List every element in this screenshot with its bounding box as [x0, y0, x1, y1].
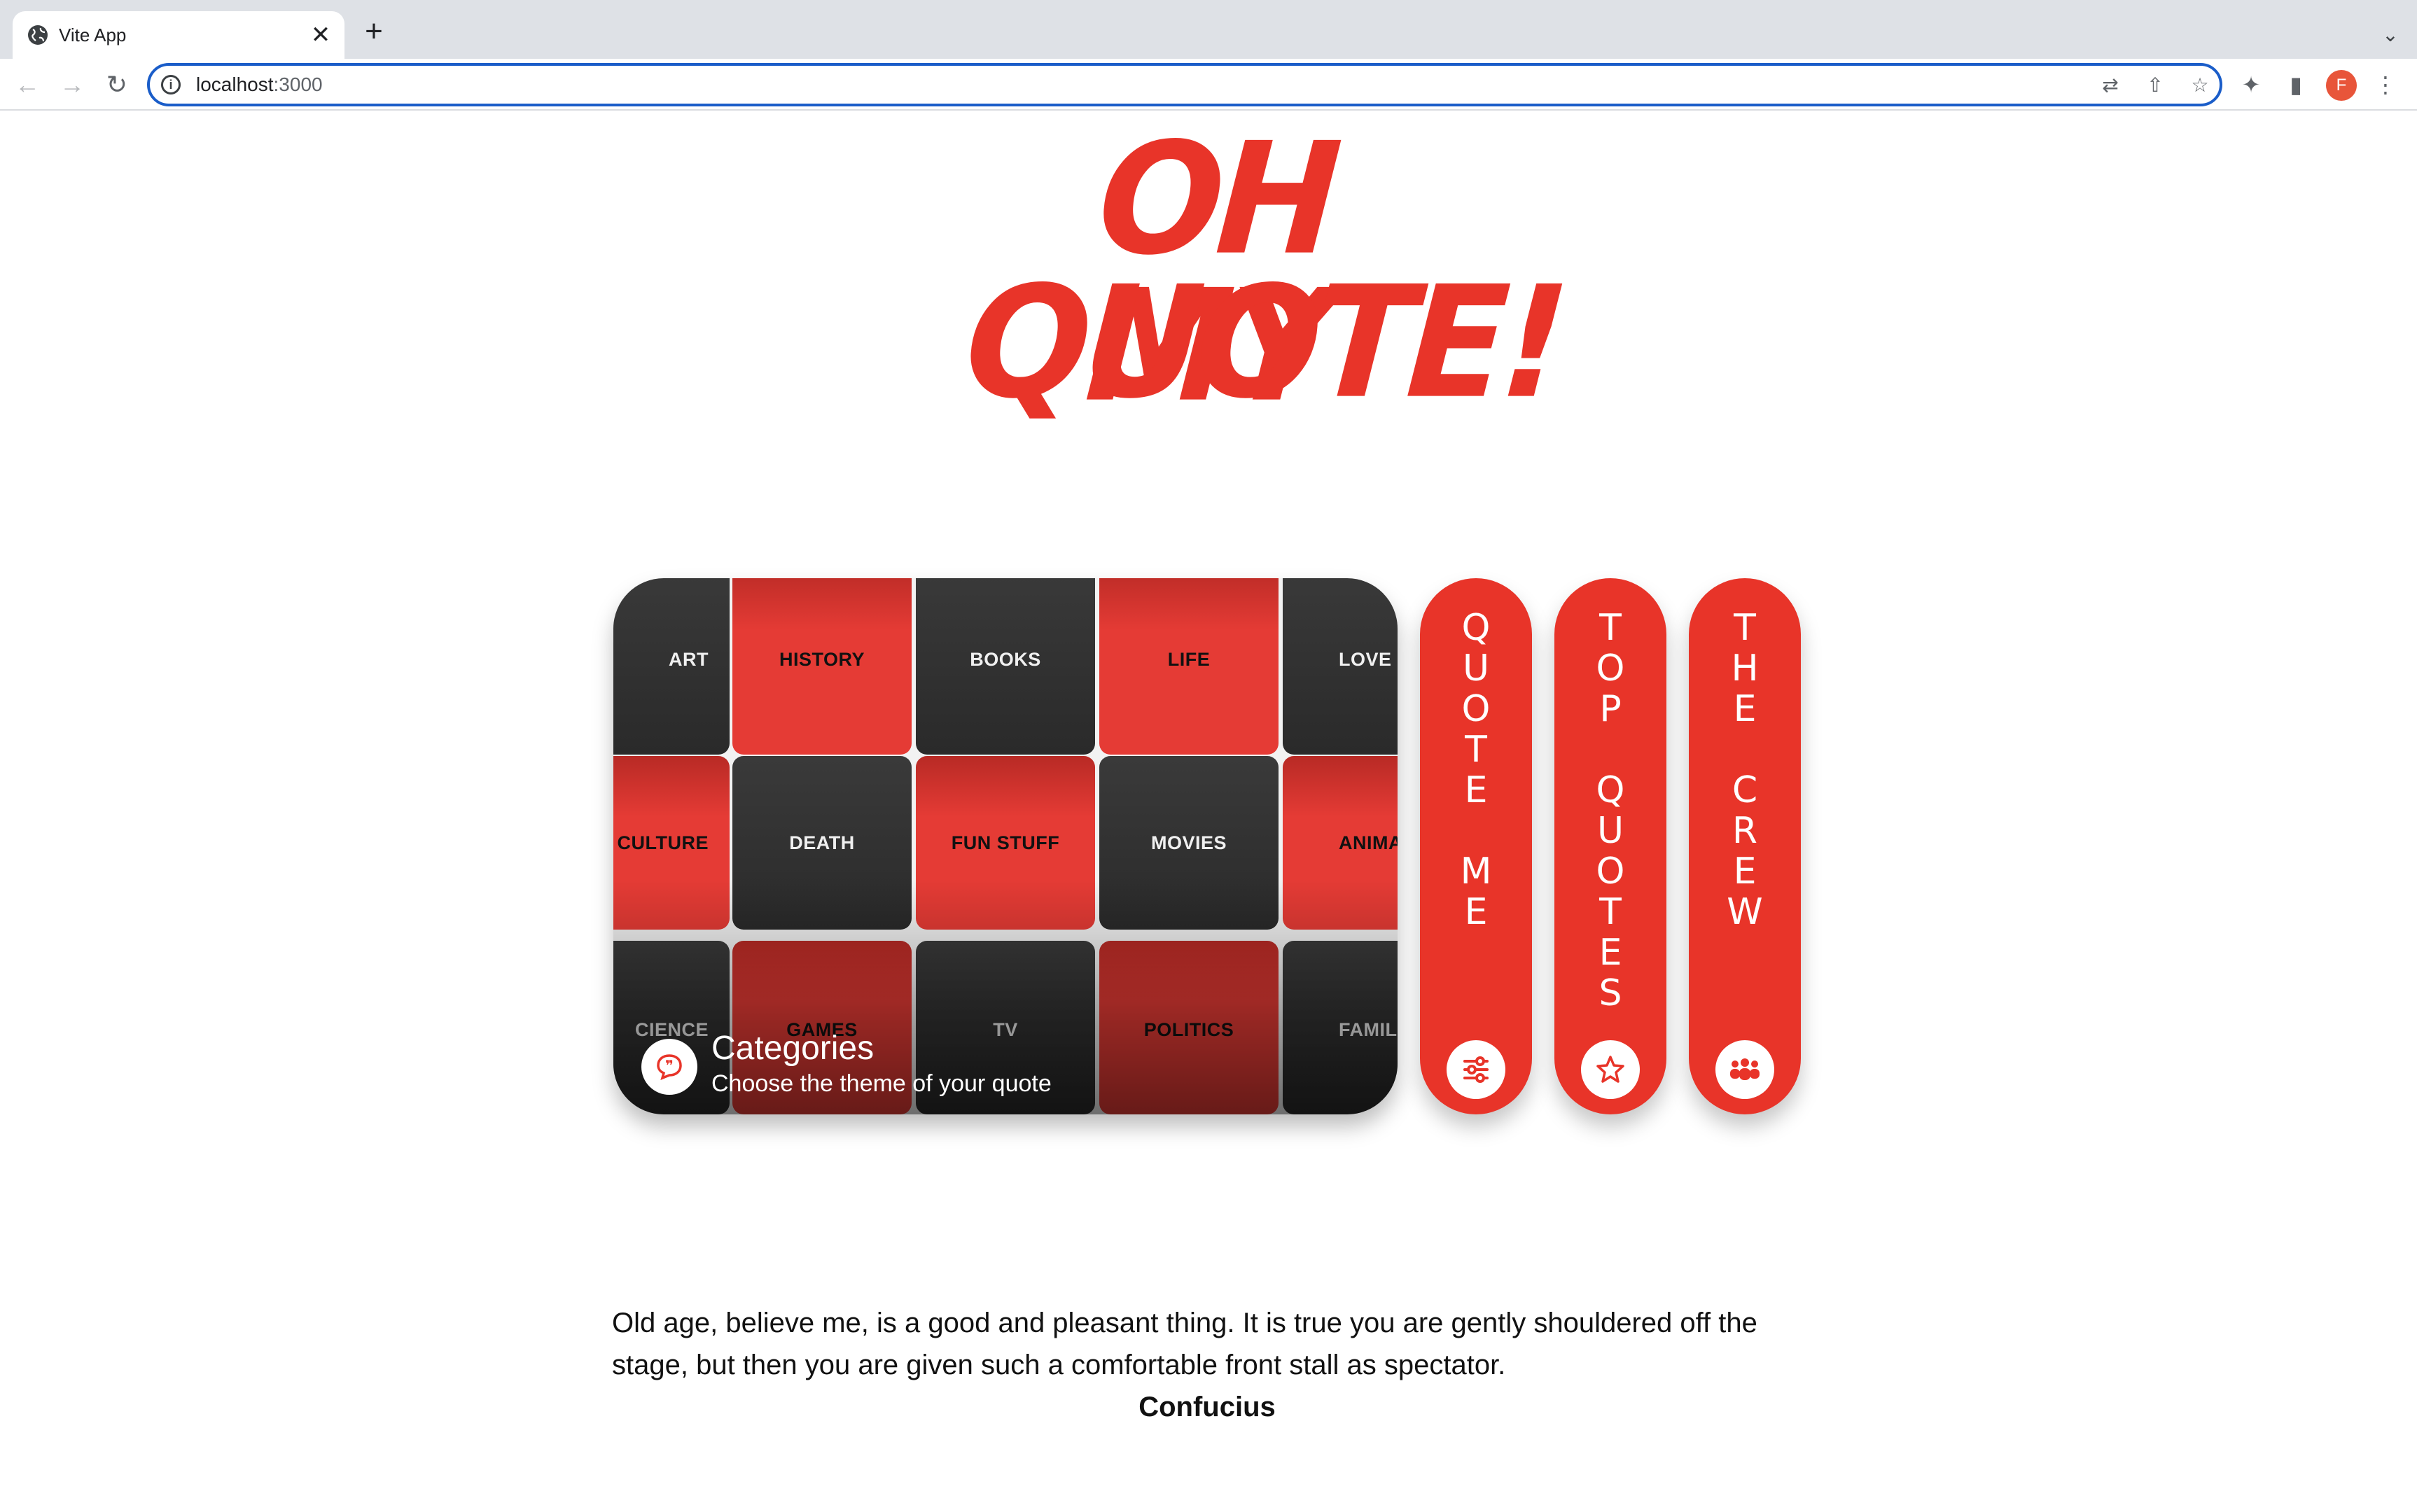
- the-crew-label: THE CREW: [1689, 608, 1801, 932]
- letter: E: [1464, 891, 1488, 933]
- url-text[interactable]: localhost:3000: [196, 73, 323, 97]
- letter: P: [1599, 688, 1622, 730]
- letter: E: [1598, 932, 1622, 974]
- letter: E: [1464, 769, 1488, 811]
- star-icon[interactable]: [1581, 1040, 1640, 1099]
- letter: S: [1598, 972, 1622, 1014]
- profile-avatar[interactable]: F: [2326, 70, 2357, 101]
- letter: M: [1460, 850, 1492, 892]
- more-menu-icon[interactable]: ⋮: [2369, 69, 2402, 101]
- quote-author: Confucius: [1138, 1392, 1276, 1422]
- quote-me-label: QUOTE ME: [1420, 608, 1532, 932]
- url-port: :3000: [273, 74, 323, 95]
- categories-quote-bubble-icon: ❞: [641, 1039, 697, 1095]
- letter: O: [1596, 648, 1625, 690]
- extensions-puzzle-icon[interactable]: ✦: [2235, 69, 2267, 101]
- letter: C: [1732, 769, 1758, 811]
- letter: Q: [1596, 769, 1625, 811]
- tab-title: Vite App: [59, 24, 127, 46]
- address-bar[interactable]: i localhost:3000 ⇄ ⇧ ☆: [147, 63, 2222, 106]
- browser-toolbar: ← → ↻ i localhost:3000 ⇄ ⇧ ☆ ✦ ▮ F ⋮: [0, 59, 2417, 111]
- site-info-icon[interactable]: i: [161, 75, 181, 94]
- side-panel-icon[interactable]: ▮: [2280, 69, 2312, 101]
- tab-close-icon[interactable]: ✕: [308, 22, 333, 48]
- letter: [1420, 811, 1532, 851]
- sliders-icon[interactable]: [1447, 1040, 1505, 1099]
- bookmark-star-icon[interactable]: ☆: [2186, 71, 2214, 99]
- letter: Q: [1461, 607, 1491, 649]
- letter: O: [1461, 688, 1491, 730]
- browser-tab[interactable]: Vite App ✕: [13, 11, 344, 59]
- letter: W: [1727, 891, 1763, 933]
- the-crew-card[interactable]: THE CREW: [1689, 578, 1801, 1114]
- back-arrow-icon[interactable]: ←: [11, 69, 43, 101]
- browser-tabstrip: Vite App ✕ + ⌄: [0, 0, 2417, 59]
- letter: T: [1599, 607, 1622, 649]
- category-tile-love[interactable]: LOVE: [1283, 578, 1398, 755]
- quote-me-card[interactable]: QUOTE ME: [1420, 578, 1532, 1114]
- letter: T: [1734, 607, 1756, 649]
- logo-line-2: QUOTE!: [960, 252, 1568, 433]
- new-tab-button[interactable]: +: [358, 16, 389, 48]
- top-quotes-label: TOP QUOTES: [1554, 608, 1666, 1014]
- categories-subtitle: Choose the theme of your quote: [711, 1070, 1052, 1097]
- globe-icon: [28, 25, 48, 45]
- quote-bubble-icon: ❞: [657, 1054, 682, 1080]
- categories-title: Categories: [711, 1030, 875, 1067]
- forward-arrow-icon[interactable]: →: [56, 69, 88, 101]
- tab-search-chevron-icon[interactable]: ⌄: [2376, 21, 2404, 49]
- category-tile-art[interactable]: ART: [613, 578, 730, 755]
- share-icon[interactable]: ⇧: [2141, 71, 2169, 99]
- url-host: localhost: [196, 74, 274, 95]
- letter: E: [1733, 688, 1757, 730]
- quote-text: Old age, believe me, is a good and pleas…: [612, 1308, 1757, 1380]
- category-tile-life[interactable]: LIFE: [1099, 578, 1279, 755]
- letter: T: [1465, 729, 1487, 771]
- letter: [1554, 729, 1666, 770]
- letter: [1689, 729, 1801, 770]
- translate-icon[interactable]: ⇄: [2096, 71, 2124, 99]
- people-icon[interactable]: [1715, 1040, 1774, 1099]
- letter: U: [1596, 810, 1624, 852]
- app-logo: OH MY QUOTE!: [960, 109, 1567, 436]
- letter: E: [1733, 850, 1757, 892]
- letter: H: [1731, 648, 1759, 690]
- top-quotes-card[interactable]: TOP QUOTES: [1554, 578, 1666, 1114]
- letter: U: [1462, 648, 1490, 690]
- reload-icon[interactable]: ↻: [101, 69, 133, 101]
- category-tile-books[interactable]: BOOKS: [916, 578, 1095, 755]
- categories-card[interactable]: ART HISTORY BOOKS LIFE LOVE CULTURE DEATH FUN S…: [613, 578, 1398, 1114]
- letter: R: [1732, 810, 1758, 852]
- letter: O: [1596, 850, 1625, 892]
- svg-text:❞: ❞: [665, 1057, 674, 1074]
- letter: T: [1599, 891, 1622, 933]
- category-tile-history[interactable]: HISTORY: [732, 578, 912, 755]
